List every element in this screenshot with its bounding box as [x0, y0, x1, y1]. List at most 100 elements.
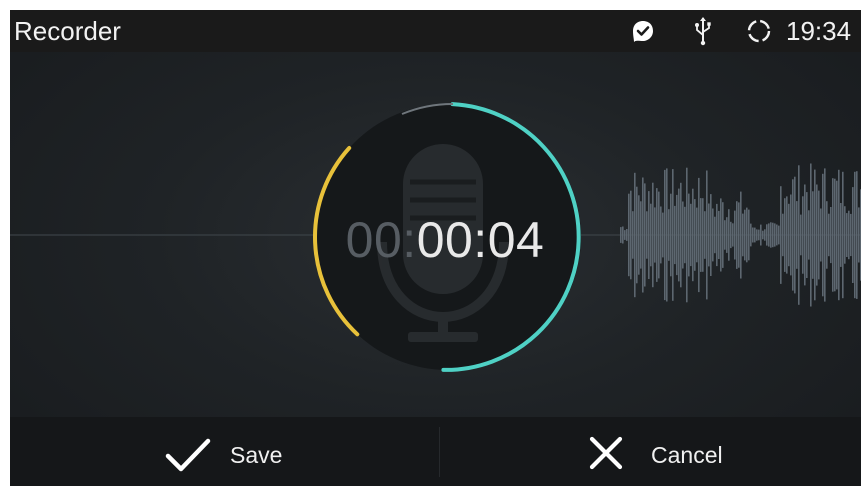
waveform-bar: [668, 209, 670, 261]
waveform-bar: [758, 229, 760, 241]
waveform-bar: [694, 199, 696, 271]
sync-icon: [747, 19, 771, 43]
waveform-bar: [670, 193, 672, 277]
status-bar: Recorder 19:34: [10, 10, 861, 52]
waveform-bar: [814, 169, 816, 301]
waveform-bar: [692, 188, 694, 282]
waveform-bar: [768, 223, 770, 247]
waveform-bar: [810, 163, 812, 307]
waveform: [620, 163, 861, 307]
waveform-bar: [714, 216, 716, 254]
waveform-bar: [696, 207, 698, 263]
waveform-bar: [640, 201, 642, 269]
waveform-bar: [660, 206, 662, 264]
waveform-bar: [698, 177, 700, 293]
waveform-bar: [628, 193, 630, 277]
cancel-button[interactable]: Cancel: [440, 417, 861, 486]
waveform-bar: [850, 213, 852, 257]
waveform-bar: [724, 220, 726, 250]
waveform-bar: [756, 229, 758, 241]
waveform-bar: [824, 168, 826, 302]
waveform-bar: [738, 202, 740, 268]
waveform-bar: [774, 223, 776, 247]
waveform-bar: [676, 194, 678, 276]
waveform-bar: [662, 212, 664, 258]
timer-minutes-seconds: 00:04: [416, 212, 545, 268]
waveform-bar: [646, 211, 648, 259]
waveform-bar: [636, 186, 638, 284]
waveform-bar: [858, 207, 860, 263]
waveform-bar: [760, 224, 762, 246]
waveform-bar: [644, 183, 646, 287]
recording-stage: 00:00:04: [10, 52, 861, 417]
waveform-bar: [664, 169, 666, 301]
waveform-bar: [772, 222, 774, 248]
waveform-bar: [794, 176, 796, 294]
waveform-bar: [642, 177, 644, 293]
skype-icon: [633, 21, 653, 42]
waveform-bar: [782, 213, 784, 257]
waveform-bar: [792, 179, 794, 291]
waveform-bar: [690, 203, 692, 267]
save-button[interactable]: Save: [10, 417, 439, 486]
waveform-bar: [730, 221, 732, 249]
waveform-bar: [638, 195, 640, 275]
waveform-bar: [778, 225, 780, 245]
waveform-bar: [726, 217, 728, 253]
waveform-bar: [682, 201, 684, 269]
waveform-bar: [688, 193, 690, 277]
waveform-bar: [732, 223, 734, 247]
waveform-bar: [766, 224, 768, 246]
waveform-bar: [658, 191, 660, 279]
waveform-bar: [822, 173, 824, 297]
waveform-bar: [746, 207, 748, 263]
waveform-bar: [744, 209, 746, 261]
waveform-bar: [740, 191, 742, 279]
waveform-bar: [838, 169, 840, 301]
waveform-bar: [710, 194, 712, 276]
waveform-bar: [842, 171, 844, 299]
waveform-bar: [748, 209, 750, 261]
waveform-bar: [770, 222, 772, 248]
waveform-bar: [712, 208, 714, 262]
waveform-bar: [624, 230, 626, 240]
waveform-bar: [800, 214, 802, 256]
waveform-bar: [680, 182, 682, 288]
waveform-bar: [820, 208, 822, 262]
waveform-bar: [776, 224, 778, 246]
waveform-bar: [784, 198, 786, 272]
timer-hours: 00:: [345, 212, 417, 268]
waveform-bar: [630, 190, 632, 280]
waveform-bar: [734, 210, 736, 260]
waveform-bar: [846, 213, 848, 257]
waveform-bar: [702, 198, 704, 272]
waveform-bar: [840, 203, 842, 267]
waveform-bar: [718, 210, 720, 259]
save-label: Save: [230, 442, 283, 468]
waveform-bar: [830, 207, 832, 264]
waveform-bar: [648, 191, 650, 279]
waveform-bar: [752, 227, 754, 243]
waveform-bar: [808, 210, 810, 260]
waveform-bar: [832, 178, 834, 292]
waveform-bar: [666, 168, 668, 302]
waveform-bar: [854, 171, 856, 299]
waveform-bar: [780, 186, 782, 284]
waveform-bar: [806, 192, 808, 278]
cancel-label: Cancel: [651, 442, 723, 468]
waveform-bar: [672, 169, 674, 301]
waveform-bar: [788, 203, 790, 267]
waveform-bar: [826, 201, 828, 269]
waveform-bar: [652, 182, 654, 288]
waveform-bar: [654, 207, 656, 263]
waveform-bar: [852, 187, 854, 283]
waveform-bar: [764, 229, 766, 241]
check-icon: [165, 438, 211, 472]
close-icon: [589, 436, 623, 470]
waveform-bar: [856, 171, 858, 299]
waveform-bar: [836, 180, 838, 290]
waveform-bar: [686, 167, 688, 303]
waveform-bar: [678, 188, 680, 282]
waveform-bar: [812, 191, 814, 279]
waveform-bar: [626, 229, 628, 241]
